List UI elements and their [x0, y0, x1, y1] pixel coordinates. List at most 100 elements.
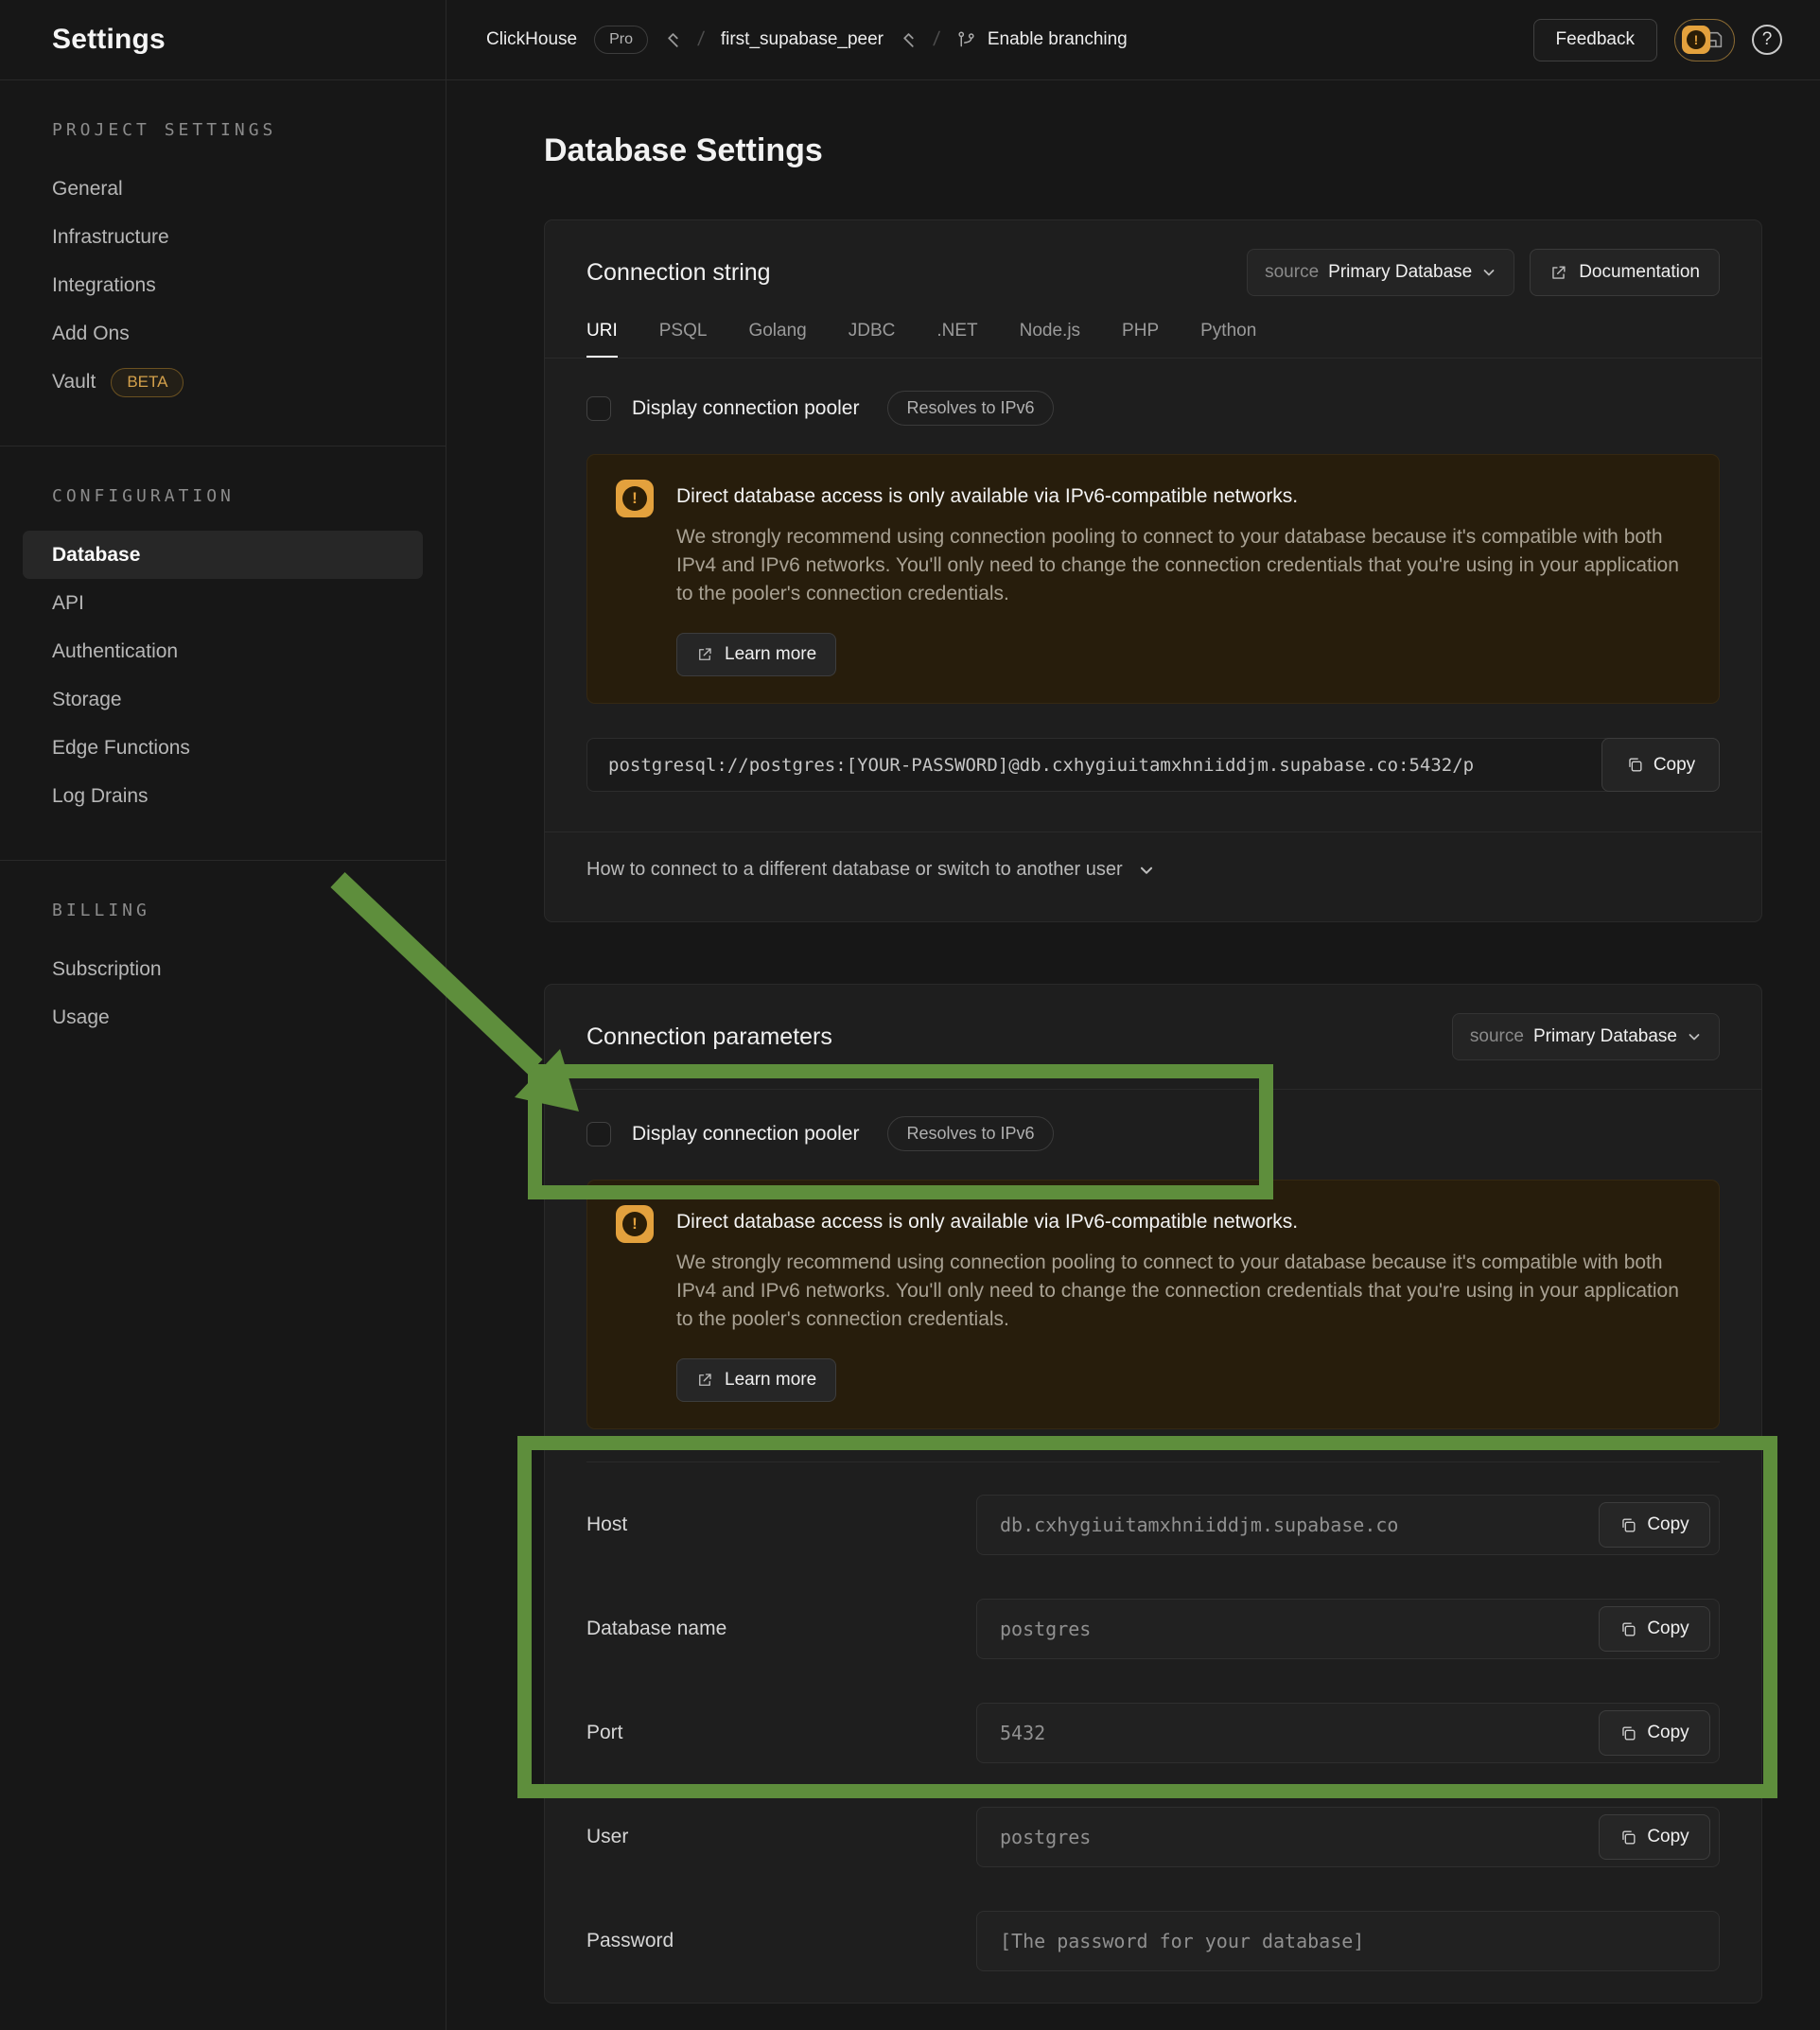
- chevron-up-down-icon[interactable]: [901, 32, 917, 48]
- host-value: db.cxhygiuitamxhniiddjm.supabase.co: [1000, 1514, 1398, 1536]
- sidebar-section-title: BILLING: [52, 901, 446, 920]
- sidebar-item-edge-functions[interactable]: Edge Functions: [0, 724, 446, 772]
- documentation-button[interactable]: Documentation: [1530, 249, 1720, 296]
- feedback-button[interactable]: Feedback: [1533, 19, 1657, 61]
- warning-icon: !: [616, 480, 654, 517]
- learn-more-label: Learn more: [725, 1370, 816, 1391]
- header-actions: Feedback ! ?: [1533, 19, 1782, 61]
- copy-label: Copy: [1647, 1827, 1689, 1847]
- pooler-label: Display connection pooler: [632, 397, 859, 420]
- password-field[interactable]: [The password for your database]: [976, 1911, 1720, 1971]
- connection-help-label: How to connect to a different database o…: [586, 859, 1123, 881]
- copy-icon: [1626, 756, 1644, 774]
- chevron-down-icon: [1481, 265, 1496, 280]
- breadcrumb-org[interactable]: ClickHouse: [486, 29, 577, 50]
- external-link-icon: [696, 646, 713, 663]
- tab-python[interactable]: Python: [1200, 321, 1256, 358]
- sidebar-section-configuration: CONFIGURATION Database API Authenticatio…: [0, 446, 446, 860]
- sidebar-item-api[interactable]: API: [0, 579, 446, 627]
- documentation-label: Documentation: [1579, 262, 1700, 283]
- display-connection-pooler-checkbox[interactable]: [586, 1122, 611, 1146]
- sidebar-item-authentication[interactable]: Authentication: [0, 627, 446, 675]
- tab-psql[interactable]: PSQL: [659, 321, 708, 358]
- learn-more-button[interactable]: Learn more: [676, 1358, 836, 1402]
- copy-label: Copy: [1647, 1619, 1689, 1639]
- top-header: Settings ClickHouse Pro / first_supabase…: [0, 0, 1820, 80]
- breadcrumb-separator: /: [696, 28, 705, 51]
- header-main: ClickHouse Pro / first_supabase_peer / E…: [446, 0, 1820, 79]
- sidebar-item-infrastructure[interactable]: Infrastructure: [0, 213, 446, 261]
- pooler-row: Display connection pooler Resolves to IP…: [586, 391, 1720, 426]
- enable-branching-label: Enable branching: [988, 29, 1128, 50]
- database-name-field[interactable]: postgres Copy: [976, 1599, 1720, 1659]
- connection-string-panel: Connection string source Primary Databas…: [544, 219, 1762, 922]
- sidebar-item-add-ons[interactable]: Add Ons: [0, 309, 446, 358]
- field-row-database-name: Database name postgres Copy: [586, 1599, 1720, 1659]
- source-value: Primary Database: [1533, 1026, 1677, 1047]
- ipv6-warning-box: ! Direct database access is only availab…: [586, 454, 1720, 704]
- source-label: source: [1265, 262, 1319, 283]
- sidebar-item-usage[interactable]: Usage: [0, 993, 446, 1041]
- git-branch-icon: [956, 30, 976, 50]
- display-connection-pooler-checkbox[interactable]: [586, 396, 611, 421]
- field-row-user: User postgres Copy: [586, 1807, 1720, 1867]
- sidebar-section-title: CONFIGURATION: [52, 486, 446, 506]
- field-row-password: Password [The password for your database…: [586, 1911, 1720, 1971]
- chevron-up-down-icon[interactable]: [665, 32, 681, 48]
- notifications-button[interactable]: !: [1674, 19, 1735, 61]
- sidebar-item-label: Vault: [52, 371, 96, 393]
- sidebar-item-log-drains[interactable]: Log Drains: [0, 772, 446, 820]
- sidebar-item-integrations[interactable]: Integrations: [0, 261, 446, 309]
- beta-badge: BETA: [111, 368, 184, 396]
- user-value: postgres: [1000, 1826, 1091, 1848]
- page-title-settings: Settings: [52, 24, 166, 56]
- copy-label: Copy: [1647, 1514, 1689, 1535]
- tab-nodejs[interactable]: Node.js: [1020, 321, 1080, 358]
- sidebar-item-database[interactable]: Database: [0, 531, 446, 579]
- tab-php[interactable]: PHP: [1122, 321, 1159, 358]
- sidebar-item-subscription[interactable]: Subscription: [0, 945, 446, 993]
- connection-help-expander[interactable]: How to connect to a different database o…: [545, 831, 1761, 907]
- copy-user-button[interactable]: Copy: [1599, 1814, 1710, 1860]
- copy-port-button[interactable]: Copy: [1599, 1710, 1710, 1756]
- warning-body: We strongly recommend using connection p…: [676, 1249, 1679, 1334]
- port-value: 5432: [1000, 1722, 1045, 1744]
- connection-string-tabs: URI PSQL Golang JDBC .NET Node.js PHP Py…: [545, 296, 1761, 359]
- enable-branching-button[interactable]: Enable branching: [956, 29, 1128, 50]
- tab-golang[interactable]: Golang: [748, 321, 806, 358]
- connection-string-header: Connection string source Primary Databas…: [545, 220, 1761, 296]
- port-field[interactable]: 5432 Copy: [976, 1703, 1720, 1763]
- connection-uri-value: postgresql://postgres:[YOUR-PASSWORD]@db…: [608, 755, 1474, 776]
- source-select[interactable]: source Primary Database: [1247, 249, 1514, 296]
- copy-icon: [1619, 1829, 1637, 1846]
- tab-dotnet[interactable]: .NET: [936, 321, 977, 358]
- tab-jdbc[interactable]: JDBC: [849, 321, 896, 358]
- connection-uri-field[interactable]: postgresql://postgres:[YOUR-PASSWORD]@db…: [586, 738, 1720, 792]
- copy-host-button[interactable]: Copy: [1599, 1502, 1710, 1548]
- field-label: Port: [586, 1722, 976, 1744]
- connection-parameter-fields: Host db.cxhygiuitamxhniiddjm.supabase.co…: [545, 1462, 1761, 1971]
- panel-title: Connection string: [586, 259, 771, 287]
- copy-icon: [1619, 1724, 1637, 1742]
- field-row-host: Host db.cxhygiuitamxhniiddjm.supabase.co…: [586, 1495, 1720, 1555]
- source-select[interactable]: source Primary Database: [1452, 1013, 1720, 1060]
- panel-controls: source Primary Database Documentation: [1247, 249, 1720, 296]
- pooler-label: Display connection pooler: [632, 1123, 859, 1146]
- sidebar-item-general[interactable]: General: [0, 165, 446, 213]
- sidebar-item-storage[interactable]: Storage: [0, 675, 446, 724]
- breadcrumb-project[interactable]: first_supabase_peer: [721, 29, 884, 50]
- learn-more-label: Learn more: [725, 644, 816, 665]
- resolves-to-ipv6-badge: Resolves to IPv6: [887, 1116, 1053, 1151]
- sidebar-item-vault[interactable]: Vault BETA: [0, 358, 446, 406]
- copy-connection-uri-button[interactable]: Copy: [1601, 738, 1720, 792]
- user-field[interactable]: postgres Copy: [976, 1807, 1720, 1867]
- copy-icon: [1619, 1620, 1637, 1638]
- external-link-icon: [1549, 264, 1567, 282]
- panel-title: Connection parameters: [586, 1024, 832, 1051]
- learn-more-button[interactable]: Learn more: [676, 633, 836, 676]
- copy-database-name-button[interactable]: Copy: [1599, 1606, 1710, 1652]
- tab-uri[interactable]: URI: [586, 321, 618, 358]
- host-field[interactable]: db.cxhygiuitamxhniiddjm.supabase.co Copy: [976, 1495, 1720, 1555]
- field-label: Database name: [586, 1618, 976, 1640]
- help-icon[interactable]: ?: [1752, 25, 1782, 55]
